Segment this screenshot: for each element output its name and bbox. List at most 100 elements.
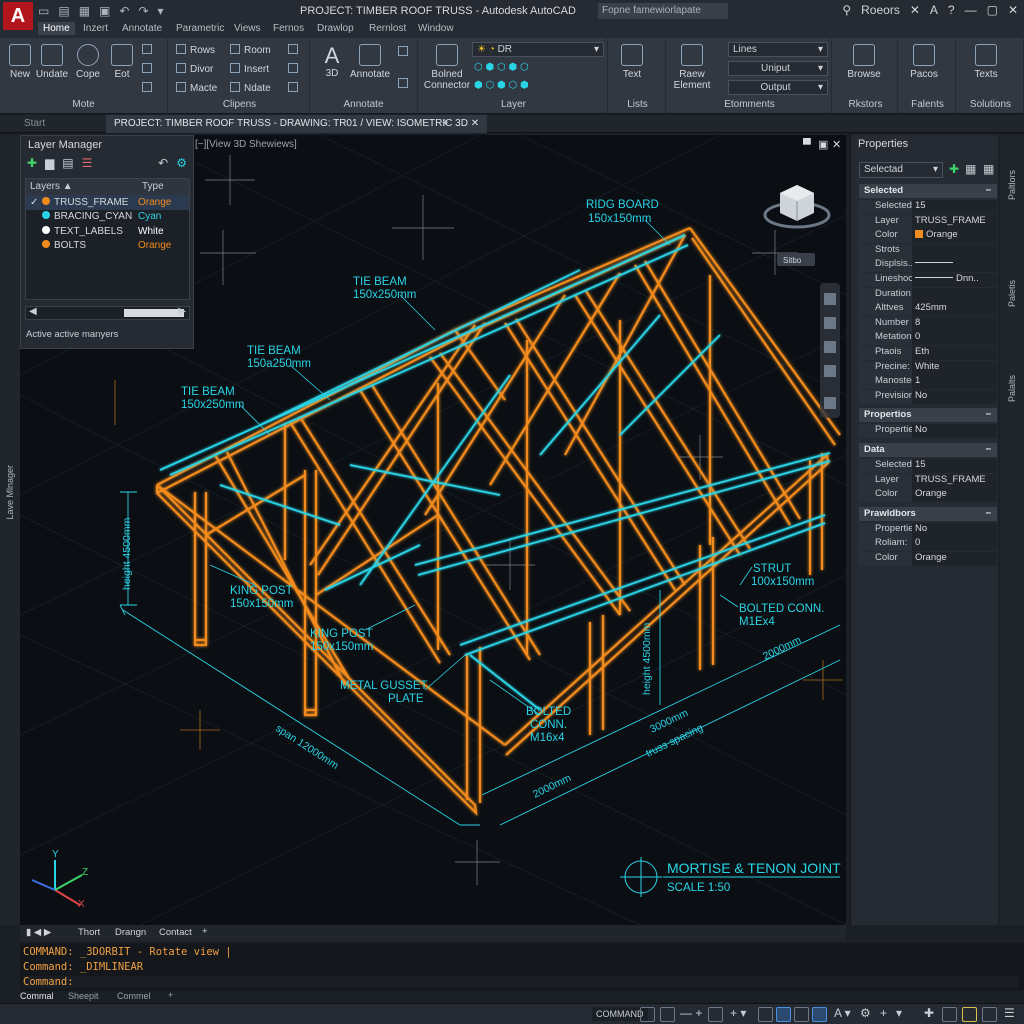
property-value[interactable]: White <box>912 360 997 375</box>
property-value[interactable]: 15 <box>912 200 997 214</box>
workspace-gear-icon[interactable]: ⚙ <box>860 1006 871 1020</box>
property-value[interactable]: 0 <box>912 331 997 346</box>
property-value[interactable]: No <box>912 424 997 439</box>
layer-table-hscroll[interactable]: ◀ ▶ <box>25 306 190 320</box>
toggle-pickadd-icon[interactable]: ▦ <box>983 162 994 176</box>
qat-menu-icon[interactable]: ▾ <box>158 4 164 18</box>
navigation-bar[interactable] <box>820 283 840 418</box>
tab-drawlop[interactable]: Drawlop <box>317 23 354 34</box>
redo-icon[interactable]: ↷ <box>138 4 148 18</box>
property-row[interactable]: Color Orange <box>859 229 997 244</box>
property-row[interactable]: Number 8 <box>859 316 997 331</box>
ndate-button[interactable]: Ndate <box>230 82 271 94</box>
divor-button[interactable]: Divor <box>176 63 213 75</box>
property-row[interactable]: Color Orange <box>859 488 997 503</box>
property-value[interactable]: Dnn.. <box>912 273 997 287</box>
triangle-tool[interactable] <box>288 63 302 75</box>
layout-tab-thort[interactable]: Thort <box>78 927 100 938</box>
property-row[interactable]: Propertie... No <box>859 424 997 439</box>
new-layer-icon[interactable]: ▆ <box>45 156 54 170</box>
move-tool[interactable] <box>142 63 156 75</box>
texts-button[interactable]: Texts <box>966 44 1006 80</box>
property-row[interactable]: Color Orange <box>859 552 997 566</box>
eot-button[interactable]: Eot <box>102 44 142 80</box>
bottom-tab-sheepit[interactable]: Sheepit <box>68 991 99 1001</box>
layer-color-swatch[interactable] <box>42 240 50 249</box>
viewport-minimize-icon[interactable]: ▀ <box>803 137 811 151</box>
layer-color-swatch[interactable] <box>42 211 50 220</box>
rows-button[interactable]: Rows <box>176 44 215 56</box>
grid-icon[interactable] <box>640 1007 655 1022</box>
tab-start[interactable]: Start <box>24 118 45 129</box>
customize-menu-icon[interactable]: ☰ <box>1004 1006 1015 1020</box>
property-value[interactable]: 8 <box>912 316 997 331</box>
annotation-monitor-icon[interactable]: + <box>880 1006 887 1020</box>
autodesk-a-icon[interactable]: A <box>930 3 938 17</box>
output-dropdown[interactable]: Output ▾ <box>728 80 828 95</box>
property-value[interactable]: No <box>912 389 997 404</box>
search-input[interactable]: Fopne famewiorlapate <box>598 3 728 19</box>
property-row[interactable]: Lineshoot Dnn.. <box>859 273 997 287</box>
quick-props-icon[interactable]: ✚ <box>924 1006 934 1020</box>
viewcube[interactable] <box>763 185 831 229</box>
property-section-header[interactable]: Prawldbors − <box>859 506 997 521</box>
property-value[interactable]: 15 <box>912 459 997 473</box>
bottom-tab-commel[interactable]: Commel <box>117 991 151 1001</box>
type-column-header[interactable]: Type <box>138 179 168 195</box>
quick-select-icon[interactable]: ✚ <box>949 162 959 176</box>
property-row[interactable]: Alttves 425mm <box>859 302 997 317</box>
property-value[interactable]: TRUSS_FRAME <box>912 214 997 229</box>
room-button[interactable]: Room <box>230 44 271 56</box>
new-tab-icon[interactable]: + <box>442 117 448 129</box>
osnap-icon[interactable]: + ▾ <box>730 1006 746 1020</box>
lineweight-icon[interactable] <box>776 1007 791 1022</box>
uniput-dropdown[interactable]: Uniput ▾ <box>728 61 828 76</box>
layer-row[interactable]: BRACING_CYAN Cyan <box>26 210 189 225</box>
viewport-maximize-icon[interactable]: ▣ <box>818 139 828 151</box>
layer-dropdown[interactable]: ☀ ◔ DR ▾ <box>472 42 604 57</box>
layer-check-icon[interactable]: ✓ <box>30 197 40 208</box>
layer-manager-side-tab[interactable]: Lave Mlnager <box>5 465 15 520</box>
collapse-icon[interactable]: − <box>985 444 991 455</box>
lines-dropdown[interactable]: Lines ▾ <box>728 42 828 57</box>
layout-tab-drangn[interactable]: Drangn <box>115 927 146 938</box>
otrack-icon[interactable] <box>758 1007 773 1022</box>
save-icon[interactable]: ▦ <box>79 4 90 18</box>
collapse-icon[interactable]: − <box>985 185 991 196</box>
bottom-tab-commal[interactable]: Commal <box>20 991 54 1001</box>
command-input[interactable]: Command: <box>23 976 1018 988</box>
model-tab-icons[interactable]: ▮ ◀ ▶ <box>26 927 51 938</box>
settings-gear-icon[interactable]: ⚙ <box>176 156 187 170</box>
macte-button[interactable]: Macte <box>176 82 217 94</box>
collapse-icon[interactable]: − <box>985 409 991 420</box>
layer-row[interactable]: ✓ TRUSS_FRAME Orange <box>26 195 189 210</box>
annot-tool-1[interactable] <box>398 46 412 58</box>
layer-tools-row1[interactable]: ⬡ ⬢ ⬡ ⬢ ⬡ <box>474 62 529 73</box>
pacos-button[interactable]: Pacos <box>904 44 944 80</box>
selection-dropdown[interactable]: Selectad ▾ <box>859 162 943 178</box>
property-value[interactable] <box>912 258 997 273</box>
layer-row[interactable]: BOLTS Orange <box>26 239 189 254</box>
property-section-header[interactable]: Selected − <box>859 184 997 198</box>
right-side-tab-3[interactable]: Palalts <box>1007 375 1017 402</box>
pencil-tool[interactable] <box>288 44 302 56</box>
rect-tool[interactable] <box>142 44 156 56</box>
ortho-icon[interactable]: — + <box>680 1006 702 1020</box>
right-side-tab-2[interactable]: Paletis <box>1007 280 1017 307</box>
add-layer-icon[interactable]: ✚ <box>27 156 37 170</box>
property-row[interactable]: Precine: White <box>859 360 997 375</box>
refresh-icon[interactable]: ↶ <box>158 156 168 170</box>
select-objects-icon[interactable]: ▦ <box>965 162 976 176</box>
polar-icon[interactable] <box>708 1007 723 1022</box>
isolate-icon[interactable] <box>962 1007 977 1022</box>
property-value[interactable]: Orange <box>912 229 997 244</box>
lock-ui-icon[interactable] <box>942 1007 957 1022</box>
property-row[interactable]: Selected 15 <box>859 200 997 214</box>
browse-button[interactable]: Browse <box>844 44 884 80</box>
bolned-connector-button[interactable]: Bolned Connector <box>422 44 472 91</box>
annotation-scale-icon[interactable]: A ▾ <box>834 1006 851 1020</box>
tab-rernlost[interactable]: Rernlost <box>369 23 406 34</box>
property-row[interactable]: Strots <box>859 243 997 258</box>
selection-cycling-icon[interactable] <box>812 1007 827 1022</box>
list-icon[interactable]: ☰ <box>82 156 93 170</box>
